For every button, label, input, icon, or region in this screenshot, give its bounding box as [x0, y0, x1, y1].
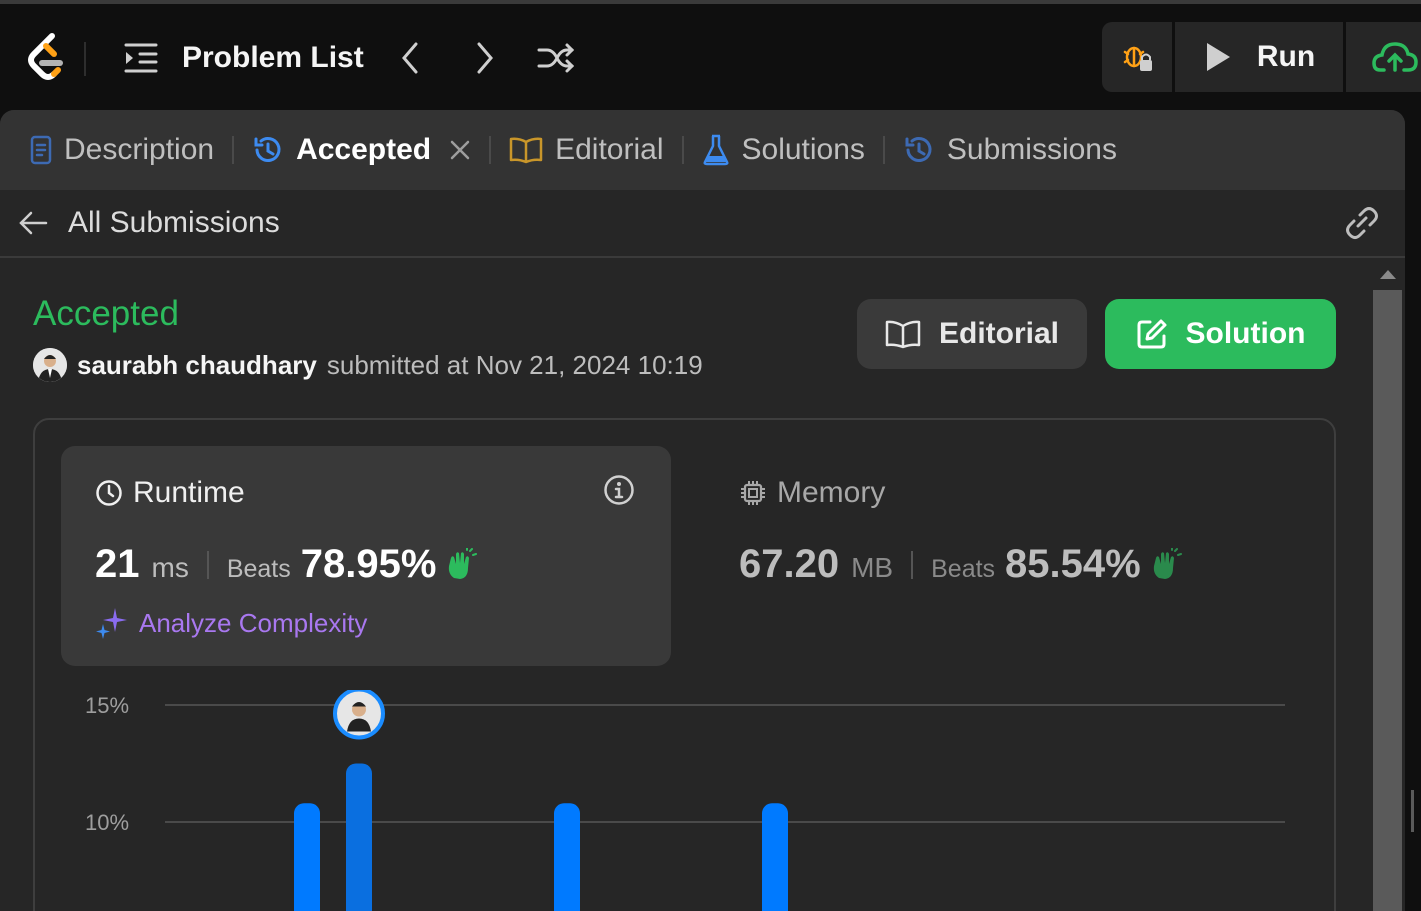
author-name[interactable]: saurabh chaudhary — [77, 350, 317, 381]
memory-value: 67.20 — [739, 542, 840, 586]
cloud-upload-icon — [1372, 42, 1418, 72]
chart-bar[interactable] — [762, 803, 788, 911]
runtime-title-label: Runtime — [133, 476, 245, 509]
run-label: Run — [1256, 40, 1316, 73]
chart-bar[interactable] — [346, 763, 372, 911]
clapping-hands-icon — [449, 547, 478, 579]
editorial-button-label: Editorial — [938, 317, 1059, 350]
book-icon — [885, 320, 921, 349]
play-icon — [1206, 43, 1230, 71]
tab-editorial-label: Editorial — [555, 133, 664, 166]
runtime-unit: ms — [151, 552, 189, 583]
runtime-value: 21 — [95, 542, 140, 586]
problem-list-label: Problem List — [182, 41, 364, 74]
submission-status: Accepted — [33, 294, 179, 333]
runtime-title: Runtime — [95, 476, 245, 510]
runtime-panel[interactable]: Runtime 21 ms Beats 78.95% Analyze Compl… — [61, 446, 671, 666]
tab-description-label: Description — [64, 133, 215, 166]
chart-bar[interactable] — [294, 803, 320, 911]
debug-button[interactable] — [1102, 22, 1172, 92]
leetcode-logo-icon[interactable] — [24, 32, 68, 84]
link-icon[interactable] — [1343, 206, 1381, 240]
solution-button-label: Solution — [1185, 317, 1306, 350]
memory-values: 67.20 MB Beats 85.54% — [739, 542, 1183, 587]
clock-icon — [96, 480, 122, 506]
top-navbar: Problem List Run — [0, 4, 1421, 110]
tab-separator — [681, 136, 684, 164]
all-submissions-link[interactable]: All Submissions — [68, 206, 280, 240]
memory-panel[interactable]: Memory 67.20 MB Beats 85.54% — [705, 446, 1315, 666]
submit-button[interactable] — [1346, 22, 1421, 92]
run-button[interactable]: Run — [1175, 22, 1343, 92]
tab-accepted[interactable]: Accepted — [252, 133, 471, 167]
analyze-complexity-button[interactable]: Analyze Complexity — [95, 606, 367, 640]
random-problem-button[interactable] — [536, 38, 576, 78]
tab-solutions-label: Solutions — [741, 133, 865, 166]
book-icon — [509, 137, 543, 164]
chip-icon — [741, 481, 765, 505]
memory-beats-percent: 85.54% — [1005, 542, 1141, 586]
runtime-values: 21 ms Beats 78.95% — [95, 542, 478, 587]
sparkle-icon — [96, 608, 127, 639]
solution-button[interactable]: Solution — [1105, 299, 1336, 369]
flask-icon — [703, 134, 728, 166]
memory-divider — [911, 550, 914, 579]
chart-y-tick-label: 10% — [85, 810, 129, 835]
resize-handle[interactable] — [1411, 790, 1414, 832]
submission-author-line: saurabh chaudhary submitted at Nov 21, 2… — [33, 348, 703, 382]
history-icon — [905, 137, 932, 162]
info-icon[interactable] — [603, 474, 635, 506]
chevron-left-icon — [402, 42, 418, 74]
chart-user-marker[interactable] — [333, 690, 385, 740]
window-edge — [1405, 110, 1421, 911]
arrow-left-icon[interactable] — [18, 210, 48, 236]
vertical-scrollbar[interactable] — [1370, 260, 1405, 911]
chevron-right-icon — [477, 42, 493, 74]
tab-accepted-label: Accepted — [296, 133, 432, 166]
scroll-up-arrow-icon[interactable] — [1380, 270, 1396, 279]
tab-submissions-label: Submissions — [946, 133, 1117, 166]
chart-bar[interactable] — [554, 803, 580, 911]
navbar-divider — [84, 42, 86, 76]
tab-separator — [882, 136, 885, 164]
tab-description[interactable]: Description — [30, 133, 214, 167]
chart-y-tick-label: 15% — [85, 693, 129, 718]
history-icon — [254, 137, 281, 162]
close-icon[interactable] — [449, 139, 471, 161]
memory-title-label: Memory — [777, 476, 886, 509]
list-icon — [124, 43, 158, 73]
tab-separator — [232, 136, 235, 164]
tab-bar: Description Accepted Editorial Solutions… — [0, 110, 1405, 190]
scrollbar-thumb[interactable] — [1373, 290, 1402, 911]
all-submissions-bar: All Submissions — [0, 190, 1405, 258]
edit-icon — [1137, 319, 1166, 349]
performance-card: Runtime 21 ms Beats 78.95% Analyze Compl… — [33, 418, 1336, 911]
memory-title: Memory — [739, 476, 885, 510]
runtime-distribution-chart[interactable]: 15% 10% — [35, 690, 1335, 911]
description-icon — [30, 135, 52, 165]
shuffle-icon — [537, 43, 575, 73]
memory-unit: MB — [851, 552, 894, 583]
problem-list-button[interactable]: Problem List — [122, 36, 364, 80]
tab-solutions[interactable]: Solutions — [702, 133, 865, 167]
editorial-button[interactable]: Editorial — [857, 299, 1087, 369]
user-avatar-icon — [33, 348, 67, 382]
previous-problem-button[interactable] — [390, 38, 430, 78]
analyze-complexity-label: Analyze Complexity — [139, 607, 368, 638]
bug-lock-icon — [1123, 46, 1152, 71]
memory-beats-label: Beats — [931, 555, 996, 583]
submission-detail: Accepted saurabh chaudhary submitted at … — [0, 260, 1370, 911]
tab-editorial[interactable]: Editorial — [509, 133, 664, 167]
runtime-divider — [206, 550, 209, 579]
tab-separator — [489, 136, 492, 164]
tab-submissions[interactable]: Submissions — [903, 133, 1117, 167]
submission-panel: Description Accepted Editorial Solutions… — [0, 110, 1405, 911]
runtime-beats-label: Beats — [226, 555, 291, 583]
clapping-hands-icon — [1153, 547, 1182, 579]
runtime-beats-percent: 78.95% — [300, 542, 437, 586]
submitted-at: submitted at Nov 21, 2024 10:19 — [326, 349, 703, 380]
next-problem-button[interactable] — [465, 38, 505, 78]
avatar[interactable] — [33, 348, 67, 382]
